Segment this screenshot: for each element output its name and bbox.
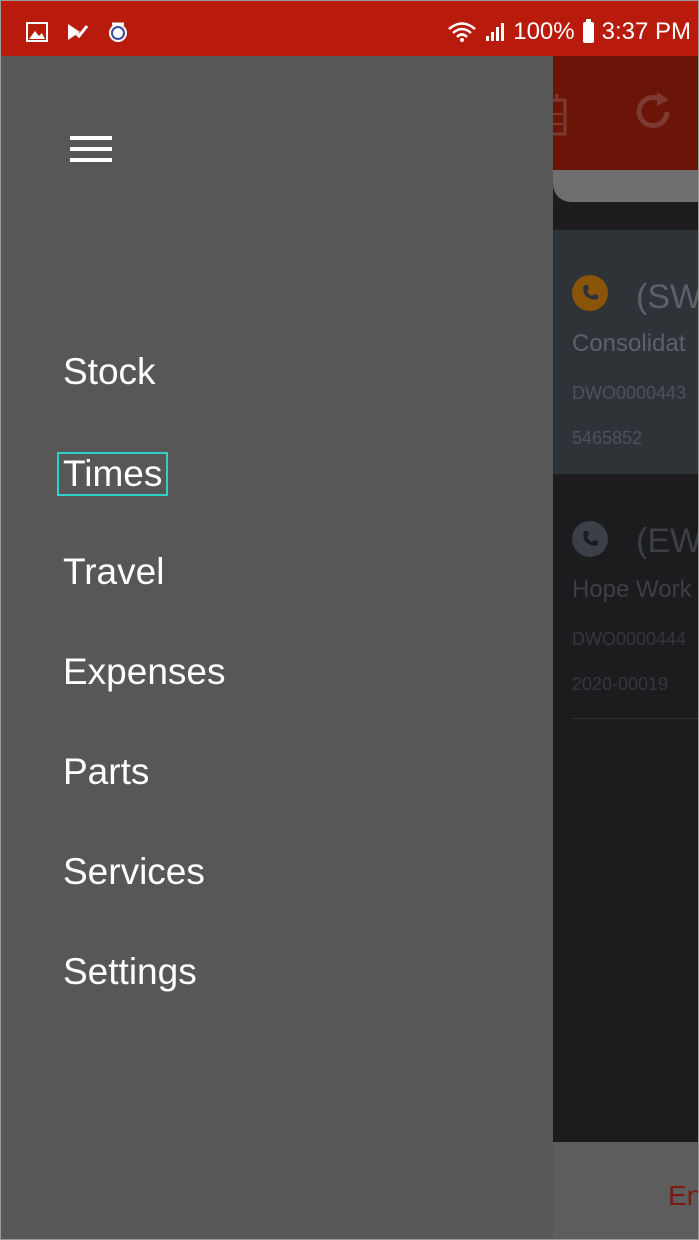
job-title: (SW xyxy=(636,278,699,316)
job-title: (EW xyxy=(636,522,699,560)
job-code: DWO0000444 xyxy=(572,629,687,649)
menu-item-settings[interactable]: Settings xyxy=(57,952,203,996)
battery-icon xyxy=(582,18,594,43)
status-notification-icons xyxy=(26,20,130,44)
job-code: DWO0000443 xyxy=(572,383,687,403)
hamburger-icon[interactable] xyxy=(70,136,112,168)
navigation-drawer: Stock Times Travel Expenses Parts Servic… xyxy=(0,56,553,1240)
list-divider xyxy=(572,718,699,719)
status-system-info: 100% 3:37 PM xyxy=(447,18,691,46)
job-ref: 5465852 xyxy=(572,428,643,448)
job-ref: 2020-00019 xyxy=(572,674,669,694)
menu-item-travel[interactable]: Travel xyxy=(57,552,170,596)
bottom-action-label[interactable]: En xyxy=(668,1180,699,1212)
app-notification-icon xyxy=(109,22,127,42)
menu-item-stock[interactable]: Stock xyxy=(57,352,162,396)
clock: 3:37 PM xyxy=(601,18,691,45)
signal-icon xyxy=(486,23,505,41)
job-subtitle: Consolidat xyxy=(572,330,686,357)
gallery-icon xyxy=(26,22,48,42)
status-bar: 100% 3:37 PM xyxy=(0,0,699,56)
task-check-icon xyxy=(68,24,88,40)
menu-item-services[interactable]: Services xyxy=(57,852,211,896)
battery-percent: 100% xyxy=(513,18,575,45)
phone-icon xyxy=(572,521,608,557)
phone-icon xyxy=(572,275,608,311)
refresh-icon[interactable] xyxy=(631,90,675,134)
job-subtitle: Hope Work xyxy=(572,576,692,603)
wifi-icon xyxy=(448,22,477,42)
menu-item-parts[interactable]: Parts xyxy=(57,752,155,796)
menu-item-expenses[interactable]: Expenses xyxy=(57,652,232,696)
filter-card xyxy=(553,170,699,202)
app-toolbar xyxy=(547,56,699,176)
menu-item-times[interactable]: Times xyxy=(57,452,169,496)
